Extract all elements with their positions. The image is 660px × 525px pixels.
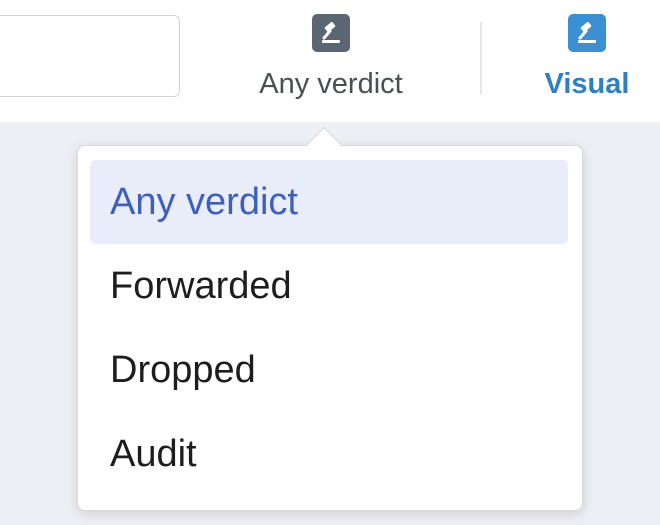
verdict-option-audit[interactable]: Audit	[90, 412, 568, 496]
verdict-option-any[interactable]: Any verdict	[90, 160, 568, 244]
verdict-filter-label: Any verdict	[259, 68, 403, 100]
gavel-icon	[568, 14, 606, 52]
verdict-options-list: Any verdict Forwarded Dropped Audit	[90, 160, 568, 496]
toolbar-divider	[480, 22, 482, 94]
verdict-option-dropped[interactable]: Dropped	[90, 328, 568, 412]
visual-button-label: Visual	[544, 68, 630, 100]
search-input[interactable]	[0, 15, 180, 97]
visual-button[interactable]: Visual	[528, 14, 646, 100]
verdict-filter-button[interactable]: Any verdict	[236, 14, 426, 100]
gavel-icon	[312, 14, 350, 52]
toolbar: Any verdict Visual	[0, 0, 660, 122]
verdict-option-forwarded[interactable]: Forwarded	[90, 244, 568, 328]
verdict-dropdown: Any verdict Forwarded Dropped Audit	[77, 127, 583, 511]
